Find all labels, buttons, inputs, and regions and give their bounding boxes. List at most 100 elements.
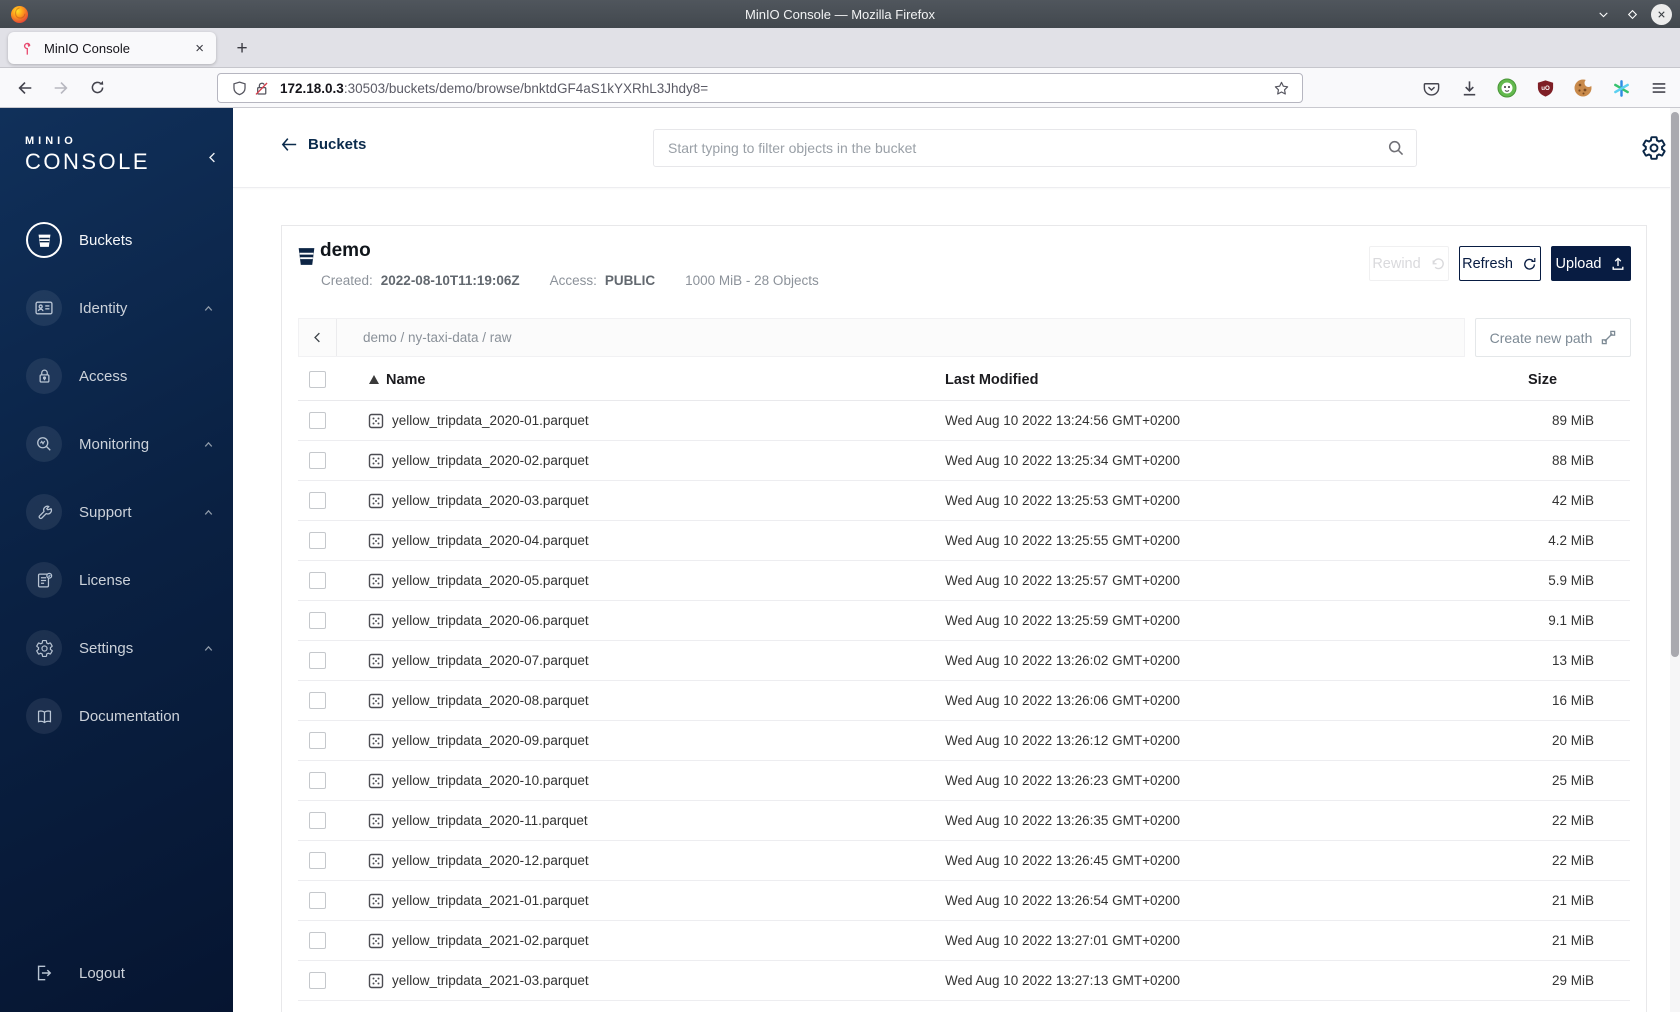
sidebar-item-settings[interactable]: Settings	[0, 614, 233, 682]
select-all-checkbox[interactable]	[309, 371, 326, 388]
url-text[interactable]: 172.18.0.3:30503/buckets/demo/browse/bnk…	[280, 81, 1270, 96]
chevron-up-icon[interactable]	[202, 302, 215, 315]
table-row[interactable]: yellow_tripdata_2020-04.parquet Wed Aug …	[298, 521, 1630, 561]
bookmark-star-icon[interactable]	[1270, 77, 1292, 99]
back-label: Buckets	[308, 136, 367, 153]
minio-console-logo: MINIO CONSOLE	[25, 135, 150, 175]
tab-close-icon[interactable]: ×	[192, 40, 207, 57]
row-checkbox[interactable]	[309, 412, 326, 429]
chevron-up-icon[interactable]	[202, 438, 215, 451]
object-name[interactable]: yellow_tripdata_2021-01.parquet	[392, 893, 589, 908]
new-tab-button[interactable]: +	[228, 35, 256, 63]
table-row[interactable]: yellow_tripdata_2020-03.parquet Wed Aug …	[298, 481, 1630, 521]
hamburger-menu-icon[interactable]	[1648, 77, 1670, 99]
gear-icon	[26, 630, 62, 666]
settings-gear-icon[interactable]	[1641, 135, 1667, 161]
object-name[interactable]: yellow_tripdata_2021-03.parquet	[392, 973, 589, 988]
create-new-path-button[interactable]: Create new path	[1475, 318, 1631, 357]
object-name[interactable]: yellow_tripdata_2020-12.parquet	[392, 853, 589, 868]
column-header-name[interactable]: Name	[344, 372, 945, 388]
sidebar-item-monitoring[interactable]: Monitoring	[0, 410, 233, 478]
table-row[interactable]: yellow_tripdata_2021-03.parquet Wed Aug …	[298, 961, 1630, 1001]
row-checkbox[interactable]	[309, 452, 326, 469]
row-checkbox[interactable]	[309, 532, 326, 549]
object-name[interactable]: yellow_tripdata_2020-11.parquet	[392, 813, 588, 828]
window-close-button[interactable]	[1651, 3, 1672, 25]
row-checkbox[interactable]	[309, 572, 326, 589]
row-checkbox[interactable]	[309, 932, 326, 949]
sidebar-item-buckets[interactable]: Buckets	[0, 206, 233, 274]
table-row[interactable]: yellow_tripdata_2021-02.parquet Wed Aug …	[298, 921, 1630, 961]
row-checkbox[interactable]	[309, 692, 326, 709]
table-row[interactable]: yellow_tripdata_2020-05.parquet Wed Aug …	[298, 561, 1630, 601]
downloads-icon[interactable]	[1458, 77, 1480, 99]
extension-asterisk-icon[interactable]	[1610, 77, 1632, 99]
table-row[interactable]: yellow_tripdata_2020-01.parquet Wed Aug …	[298, 401, 1630, 441]
table-row[interactable]: yellow_tripdata_2020-02.parquet Wed Aug …	[298, 441, 1630, 481]
sidebar-item-identity[interactable]: Identity	[0, 274, 233, 342]
table-row[interactable]: yellow_tripdata_2020-09.parquet Wed Aug …	[298, 721, 1630, 761]
row-checkbox[interactable]	[309, 972, 326, 989]
table-row[interactable]: yellow_tripdata_2020-08.parquet Wed Aug …	[298, 681, 1630, 721]
object-name[interactable]: yellow_tripdata_2020-07.parquet	[392, 653, 589, 668]
table-row[interactable]: yellow_tripdata_2020-11.parquet Wed Aug …	[298, 801, 1630, 841]
browser-forward-icon[interactable]	[46, 74, 76, 102]
insecure-lock-icon[interactable]	[250, 77, 272, 99]
sidebar-item-documentation[interactable]: Documentation	[0, 682, 233, 750]
sidebar-collapse-icon[interactable]	[205, 150, 220, 165]
row-checkbox[interactable]	[309, 732, 326, 749]
sidebar-item-support[interactable]: Support	[0, 478, 233, 546]
table-row[interactable]: yellow_tripdata_2020-07.parquet Wed Aug …	[298, 641, 1630, 681]
sidebar-item-access[interactable]: Access	[0, 342, 233, 410]
column-header-size[interactable]: Size	[1528, 372, 1632, 388]
row-checkbox[interactable]	[309, 652, 326, 669]
table-row[interactable]: yellow_tripdata_2021-01.parquet Wed Aug …	[298, 881, 1630, 921]
browser-back-icon[interactable]	[10, 74, 40, 102]
chevron-up-icon[interactable]	[202, 642, 215, 655]
search-input[interactable]	[653, 129, 1417, 167]
object-name[interactable]: yellow_tripdata_2021-02.parquet	[392, 933, 589, 948]
page-scrollbar[interactable]	[1670, 108, 1680, 1012]
table-row[interactable]: yellow_tripdata_2020-10.parquet Wed Aug …	[298, 761, 1630, 801]
object-name[interactable]: yellow_tripdata_2020-10.parquet	[392, 773, 589, 788]
scrollbar-thumb[interactable]	[1671, 112, 1679, 657]
sidebar-item-license[interactable]: License	[0, 546, 233, 614]
object-name[interactable]: yellow_tripdata_2020-09.parquet	[392, 733, 589, 748]
table-row[interactable]: yellow_tripdata_2020-12.parquet Wed Aug …	[298, 841, 1630, 881]
row-checkbox[interactable]	[309, 772, 326, 789]
object-name[interactable]: yellow_tripdata_2020-08.parquet	[392, 693, 589, 708]
refresh-button[interactable]: Refresh	[1459, 246, 1541, 281]
object-name[interactable]: yellow_tripdata_2020-06.parquet	[392, 613, 589, 628]
object-name[interactable]: yellow_tripdata_2020-04.parquet	[392, 533, 589, 548]
object-name[interactable]: yellow_tripdata_2020-01.parquet	[392, 413, 589, 428]
sidebar-item-logout[interactable]: Logout	[0, 948, 233, 998]
browser-reload-icon[interactable]	[82, 74, 112, 102]
row-checkbox[interactable]	[309, 892, 326, 909]
extension-ublock-icon[interactable]: uO	[1534, 77, 1556, 99]
shield-icon[interactable]	[228, 77, 250, 99]
tab-minio-console[interactable]: MinIO Console ×	[8, 32, 216, 64]
chevron-up-icon[interactable]	[202, 506, 215, 519]
bucket-meta: Created: 2022-08-10T11:19:06Z Access: PU…	[321, 273, 819, 288]
object-name[interactable]: yellow_tripdata_2020-05.parquet	[392, 573, 589, 588]
row-checkbox[interactable]	[309, 812, 326, 829]
extension-privacy-badger-icon[interactable]	[1496, 77, 1518, 99]
url-bar[interactable]: 172.18.0.3:30503/buckets/demo/browse/bnk…	[217, 73, 1303, 103]
column-header-modified[interactable]: Last Modified	[945, 372, 1528, 388]
table-row[interactable]: yellow_tripdata_2020-06.parquet Wed Aug …	[298, 601, 1630, 641]
object-size: 5.9 MiB	[1548, 573, 1594, 588]
breadcrumb-back-icon[interactable]	[299, 319, 337, 356]
breadcrumb[interactable]: demo / ny-taxi-data / raw	[363, 330, 512, 345]
row-checkbox[interactable]	[309, 612, 326, 629]
object-name[interactable]: yellow_tripdata_2020-02.parquet	[392, 453, 589, 468]
window-minimize-button[interactable]	[1593, 4, 1613, 24]
pocket-icon[interactable]	[1420, 77, 1442, 99]
rewind-button[interactable]: Rewind	[1369, 246, 1449, 281]
upload-button[interactable]: Upload	[1551, 246, 1631, 281]
row-checkbox[interactable]	[309, 852, 326, 869]
back-to-buckets-link[interactable]: Buckets	[281, 136, 366, 153]
object-name[interactable]: yellow_tripdata_2020-03.parquet	[392, 493, 589, 508]
extension-cookie-icon[interactable]	[1572, 77, 1594, 99]
row-checkbox[interactable]	[309, 492, 326, 509]
window-maximize-button[interactable]	[1622, 4, 1642, 24]
